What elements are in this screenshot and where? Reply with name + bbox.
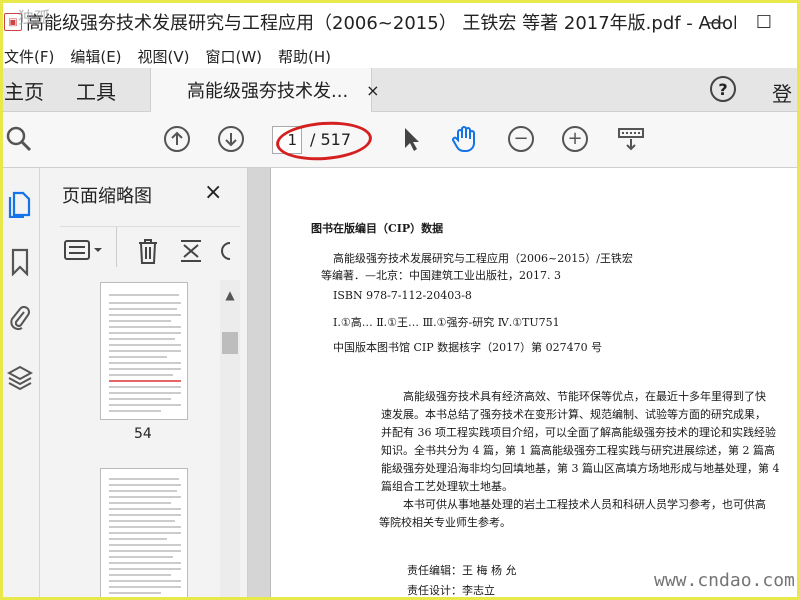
- left-navigation-rail: [0, 168, 40, 600]
- attachments-icon[interactable]: [6, 304, 34, 332]
- paragraph-line: 等院校相关专业师生参考。: [379, 516, 511, 529]
- menu-help[interactable]: 帮助(H): [278, 46, 331, 67]
- paragraph-line: 高能级强夯技术具有经济高效、节能环保等优点，在最近十多年里得到了快: [403, 390, 766, 403]
- cip-line: Ⅰ.①高… Ⅱ.①王… Ⅲ.①强夯-研究 Ⅳ.①TU751: [333, 316, 560, 329]
- zoom-in-icon[interactable]: +: [560, 124, 590, 154]
- page-thumbnails-icon[interactable]: [6, 190, 34, 218]
- zoom-out-icon[interactable]: −: [506, 124, 536, 154]
- pdf-page: 图书在版编目（CIP）数据 高能级强夯技术发展研究与工程应用（2006~2015…: [270, 168, 800, 600]
- cip-line: 高能级强夯技术发展研究与工程应用（2006~2015）/王铁宏: [333, 252, 633, 265]
- thumbnail-tools: [60, 226, 240, 269]
- delete-page-icon[interactable]: [136, 237, 160, 269]
- paragraph-line: 本书可供从事地基处理的岩土工程技术人员和科研人员学习参考，也可供高: [403, 498, 766, 511]
- panel-title: 页面缩略图: [62, 186, 152, 207]
- scroll-up-icon[interactable]: ▲: [220, 288, 240, 302]
- thumbnail-page-55[interactable]: [100, 468, 188, 600]
- paragraph-line: 篇组合工艺处理软土地基。: [381, 480, 513, 493]
- menu-window[interactable]: 窗口(W): [206, 46, 263, 67]
- maximize-button[interactable]: ☐: [744, 8, 784, 36]
- menu-edit[interactable]: 编辑(E): [70, 46, 121, 67]
- title-bar: ▣ 高能级强夯技术发展研究与工程应用（2006~2015） 王铁宏 等著 201…: [0, 0, 800, 44]
- zoom-in-glyph: +: [562, 126, 588, 152]
- sign-in-button[interactable]: 登: [772, 78, 792, 107]
- tab-tools[interactable]: 工具: [76, 76, 116, 105]
- tab-document[interactable]: 高能级强夯技术发... ×: [150, 68, 380, 112]
- credit-editor: 责任编辑：王 梅 杨 允: [407, 564, 517, 577]
- extract-page-icon[interactable]: [178, 237, 204, 269]
- close-tab-icon[interactable]: ×: [366, 81, 379, 100]
- scrollbar-thumb[interactable]: [222, 332, 238, 354]
- page-display-icon[interactable]: [616, 124, 646, 154]
- cip-line: 等编著．—北京：中国建筑工业出版社，2017. 3: [321, 269, 561, 282]
- paragraph-line: 速发展。本书总结了强夯技术在变形计算、规范编制、试验等方面的研究成果，: [381, 408, 766, 421]
- tab-home[interactable]: 主页: [4, 76, 44, 105]
- thumbnail-page-number: 54: [134, 426, 152, 442]
- select-pointer-icon[interactable]: [396, 124, 426, 154]
- rotate-page-icon[interactable]: [218, 237, 234, 269]
- search-icon[interactable]: [4, 124, 34, 154]
- next-page-icon[interactable]: [216, 124, 246, 154]
- close-panel-icon[interactable]: ×: [204, 180, 222, 205]
- toolbar: 1 / 517 − +: [0, 112, 800, 168]
- bookmarks-icon[interactable]: [6, 248, 34, 276]
- menu-view[interactable]: 视图(V): [138, 46, 190, 67]
- window-title: 高能级强夯技术发展研究与工程应用（2006~2015） 王铁宏 等著 2017年…: [26, 13, 736, 34]
- document-viewer[interactable]: 图书在版编目（CIP）数据 高能级强夯技术发展研究与工程应用（2006~2015…: [248, 168, 800, 600]
- thumbnail-options-icon[interactable]: [64, 239, 106, 265]
- help-icon[interactable]: ?: [710, 76, 736, 102]
- credit-designer: 责任设计：李志立: [407, 584, 495, 597]
- layers-icon[interactable]: [6, 364, 34, 392]
- cip-line: 中国版本图书馆 CIP 数据核字（2017）第 027470 号: [333, 341, 603, 354]
- menu-file[interactable]: 文件(F): [4, 46, 54, 67]
- thumbnail-scrollbar[interactable]: ▲: [220, 280, 240, 600]
- tab-bar: 主页 工具 高能级强夯技术发... × ? 登: [0, 68, 800, 112]
- zoom-out-glyph: −: [508, 126, 534, 152]
- document-tab-label: 高能级强夯技术发...: [187, 81, 349, 102]
- paragraph-line: 能级强夯处理沿海非均匀回填地基，第 3 篇山区高填方场地形成与地基处理，第 4: [381, 462, 780, 475]
- watermark: www.cndao.com: [654, 570, 795, 591]
- thumbnail-list[interactable]: 54: [40, 270, 240, 600]
- thumbnail-page-54[interactable]: [100, 282, 188, 420]
- minimize-button[interactable]: —: [696, 8, 736, 36]
- paragraph-line: 并配有 36 项工程实践项目介绍，可以全面了解高能级强夯技术的理论和实践经验: [381, 426, 776, 439]
- page-thumbnails-panel: 页面缩略图 × 54 ▲: [40, 168, 248, 600]
- previous-page-icon[interactable]: [162, 124, 192, 154]
- hand-tool-icon[interactable]: [450, 124, 480, 154]
- watermark-top: 独孤: [18, 8, 51, 27]
- cip-heading: 图书在版编目（CIP）数据: [311, 222, 444, 235]
- menu-bar: 文件(F) 编辑(E) 视图(V) 窗口(W) 帮助(H): [0, 44, 800, 68]
- cip-line: ISBN 978-7-112-20403-8: [333, 289, 472, 302]
- tools-divider: [116, 227, 117, 267]
- paragraph-line: 知识。全书共分为 4 篇，第 1 篇高能级强夯工程实践与研究进展综述，第 2 篇…: [381, 444, 775, 457]
